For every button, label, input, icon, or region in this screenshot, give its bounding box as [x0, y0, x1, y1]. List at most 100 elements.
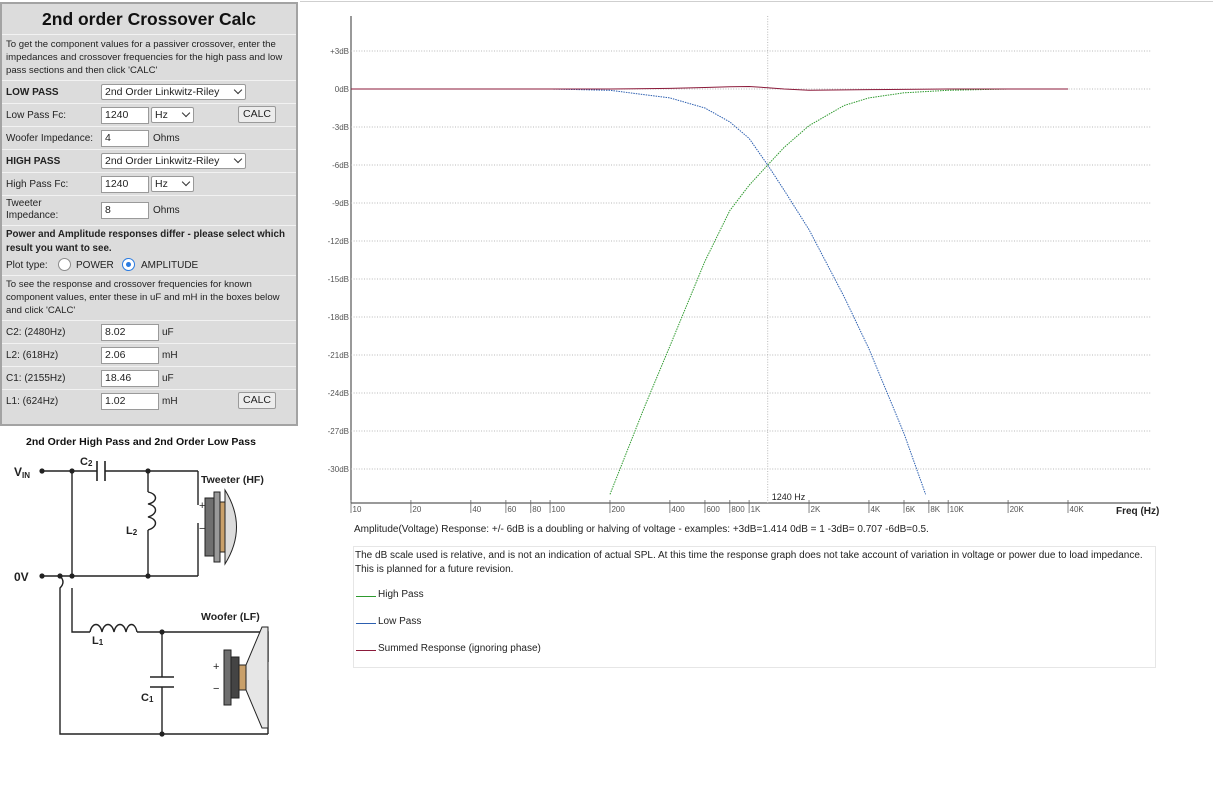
- known-components-text: To see the response and crossover freque…: [2, 276, 296, 321]
- crossover-label: 1240 Hz: [772, 492, 806, 502]
- series-low-line: [351, 88, 927, 495]
- high-pass-fc-label: High Pass Fc:: [6, 179, 69, 190]
- response-graph: +3dB 0dB -3dB -6dB -9dB -12dB -15dB -18dB -21dB -…: [328, 16, 1159, 517]
- low-pass-fc-input[interactable]: 1240: [101, 107, 149, 124]
- chevron-down-icon: [181, 177, 191, 187]
- x-tick-label: 800: [731, 505, 745, 514]
- x-tick-label: 60: [507, 505, 516, 514]
- y-tick-label: +3dB: [330, 47, 349, 56]
- component-unit: mH: [162, 396, 178, 407]
- component-unit: uF: [162, 327, 174, 338]
- y-tick-label: -9dB: [332, 199, 349, 208]
- component-row-l1: L1: (624Hz) 1.02 mH CALC: [2, 390, 296, 413]
- l2-label: L2: [126, 525, 138, 537]
- x-tick-label: 6K: [905, 505, 915, 514]
- x-tick-label: 40: [472, 505, 481, 514]
- x-tick-label: 100: [552, 505, 566, 514]
- low-pass-filter-select[interactable]: 2nd Order Linkwitz-Riley: [101, 84, 246, 100]
- c1-input[interactable]: 18.46: [101, 370, 159, 387]
- high-pass-fc-unit-value: Hz: [155, 178, 168, 190]
- power-radio[interactable]: [58, 258, 71, 271]
- l2-input[interactable]: 2.06: [101, 347, 159, 364]
- legend-low-pass: Low Pass: [354, 615, 754, 629]
- calc-button-top[interactable]: CALC: [238, 106, 276, 123]
- tweeter-impedance-row: Tweeter Impedance: 8 Ohms: [2, 196, 296, 226]
- tweeter-icon: [204, 488, 237, 566]
- legend-label: High Pass: [378, 589, 424, 600]
- x-tick-label: 80: [532, 505, 541, 514]
- x-tick-label: 10K: [950, 505, 965, 514]
- low-pass-fc-unit-select[interactable]: Hz: [151, 107, 194, 123]
- high-pass-fc-input[interactable]: 1240: [101, 176, 149, 193]
- l1-sub: 1: [99, 638, 104, 647]
- amplitude-radio[interactable]: [122, 258, 135, 271]
- x-tick-label: 10: [353, 505, 362, 514]
- l2-sub: 2: [133, 528, 138, 537]
- x-tick-label: 600: [706, 505, 720, 514]
- y-tick-label: -12dB: [328, 237, 349, 246]
- x-tick-label: 2K: [811, 505, 821, 514]
- low-pass-fc-row: Low Pass Fc: 1240 Hz CALC: [2, 104, 296, 127]
- low-pass-row: LOW PASS 2nd Order Linkwitz-Riley: [2, 81, 296, 104]
- y-tick-label: -3dB: [332, 123, 349, 132]
- vin-sub: IN: [22, 471, 30, 480]
- component-row-c2: C2: (2480Hz) 8.02 uF: [2, 321, 296, 344]
- response-type-warning: Power and Amplitude responses differ - p…: [6, 229, 285, 254]
- c2-input[interactable]: 8.02: [101, 324, 159, 341]
- power-radio-label: POWER: [76, 260, 114, 271]
- c1-label: C1: [141, 692, 154, 704]
- tweeter-impedance-unit: Ohms: [153, 205, 180, 216]
- x-axis-label: Freq (Hz): [1116, 506, 1159, 517]
- y-tick-label: 0dB: [335, 85, 349, 94]
- c2-sub: 2: [88, 459, 93, 468]
- l1-label: L1: [92, 635, 104, 647]
- c1-sub: 1: [149, 695, 154, 704]
- l1-input[interactable]: 1.02: [101, 393, 159, 410]
- x-tick-label: 200: [611, 505, 625, 514]
- plot-type-label: Plot type:: [6, 260, 48, 271]
- component-row-l2: L2: (618Hz) 2.06 mH: [2, 344, 296, 367]
- component-label: L1: (624Hz): [6, 396, 59, 407]
- ov-label: 0V: [14, 570, 29, 584]
- woofer-impedance-input[interactable]: 4: [101, 130, 149, 147]
- high-pass-label: HIGH PASS: [6, 156, 61, 167]
- panel-title: 2nd order Crossover Calc: [2, 4, 296, 35]
- high-pass-row: HIGH PASS 2nd Order Linkwitz-Riley: [2, 150, 296, 173]
- high-pass-filter-select[interactable]: 2nd Order Linkwitz-Riley: [101, 153, 246, 169]
- crossover-calc-panel: 2nd order Crossover Calc To get the comp…: [0, 2, 298, 426]
- high-pass-fc-unit-select[interactable]: Hz: [151, 176, 194, 192]
- y-tick-label: -15dB: [328, 275, 349, 284]
- y-tick-label: -6dB: [332, 161, 349, 170]
- db-scale-note: The dB scale used is relative, and is no…: [355, 550, 1143, 575]
- c2-main: C: [80, 456, 88, 468]
- legend-swatch-high-pass: [356, 596, 376, 597]
- legend-high-pass: High Pass: [354, 588, 754, 602]
- component-label: C2: (2480Hz): [6, 327, 66, 338]
- response-caption: Amplitude(Voltage) Response: +/- 6dB is …: [354, 524, 929, 535]
- woofer-impedance-unit: Ohms: [153, 133, 180, 144]
- woofer-icon: [223, 626, 269, 729]
- vin-main: V: [14, 465, 22, 479]
- x-tick-label: 400: [671, 505, 685, 514]
- y-tick-label: -30dB: [328, 465, 349, 474]
- series-high-line: [609, 88, 1068, 495]
- graph-series: [351, 85, 1068, 495]
- high-pass-fc-row: High Pass Fc: 1240 Hz: [2, 173, 296, 196]
- high-pass-filter-value: 2nd Order Linkwitz-Riley: [105, 155, 220, 167]
- legend-summed: Summed Response (ignoring phase): [354, 642, 754, 656]
- intro-text: To get the component values for a passiv…: [2, 35, 296, 81]
- crossover-schematic: 2nd Order High Pass and 2nd Order Low Pa…: [14, 436, 269, 737]
- tweeter-plus: +: [199, 500, 205, 512]
- y-tick-label: -24dB: [328, 389, 349, 398]
- component-label: C1: (2155Hz): [6, 373, 66, 384]
- legend-label: Low Pass: [378, 616, 422, 627]
- calc-button-bottom[interactable]: CALC: [238, 392, 276, 409]
- woofer-plus: +: [213, 661, 219, 673]
- tweeter-minus: −: [199, 523, 205, 535]
- tweeter-impedance-input[interactable]: 8: [101, 202, 149, 219]
- component-row-c1: C1: (2155Hz) 18.46 uF: [2, 367, 296, 390]
- woofer-impedance-row: Woofer Impedance: 4 Ohms: [2, 127, 296, 150]
- chevron-down-icon: [233, 85, 243, 95]
- amplitude-radio-label: AMPLITUDE: [141, 260, 199, 271]
- woofer-label: Woofer (LF): [201, 611, 260, 623]
